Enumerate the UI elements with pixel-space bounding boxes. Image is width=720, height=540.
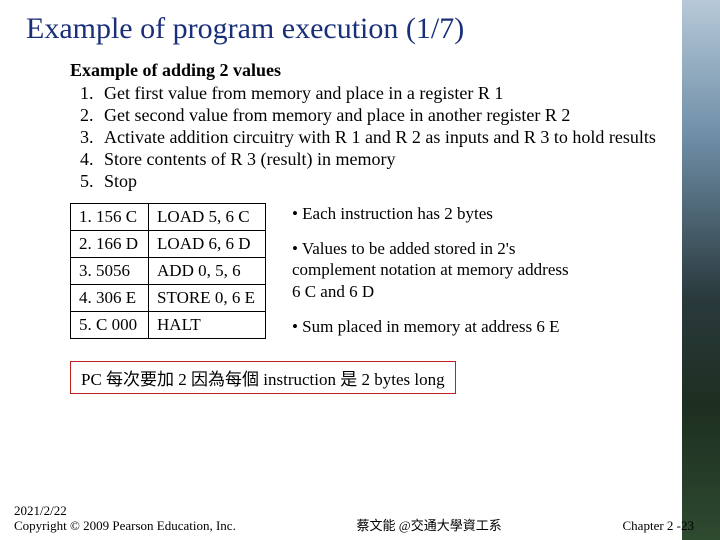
note-item: • Each instruction has 2 bytes bbox=[292, 203, 572, 224]
instr-code: 2. 166 D bbox=[71, 230, 149, 257]
step-item: Activate addition circuitry with R 1 and… bbox=[98, 127, 668, 149]
instr-mnemonic: LOAD 5, 6 C bbox=[149, 203, 266, 230]
step-item: Get first value from memory and place in… bbox=[98, 83, 668, 105]
footer-page: Chapter 2 -23 bbox=[623, 518, 694, 534]
step-item: Get second value from memory and place i… bbox=[98, 105, 668, 127]
instr-mnemonic: STORE 0, 6 E bbox=[149, 284, 266, 311]
instr-mnemonic: LOAD 6, 6 D bbox=[149, 230, 266, 257]
footer-author: 蔡文能 @交通大學資工系 bbox=[236, 515, 623, 534]
footer-left: 2021/2/22 Copyright © 2009 Pearson Educa… bbox=[14, 503, 236, 534]
example-subtitle: Example of adding 2 values bbox=[70, 60, 668, 81]
table-row: 3. 5056 ADD 0, 5, 6 bbox=[71, 257, 266, 284]
note-item: • Sum placed in memory at address 6 E bbox=[292, 316, 572, 337]
slide-body: Example of adding 2 values Get first val… bbox=[70, 60, 668, 351]
instr-code: 3. 5056 bbox=[71, 257, 149, 284]
slide-title: Example of program execution (1/7) bbox=[26, 12, 694, 46]
footer-date: 2021/2/22 bbox=[14, 503, 236, 519]
table-row: 4. 306 E STORE 0, 6 E bbox=[71, 284, 266, 311]
table-row: 1. 156 C LOAD 5, 6 C bbox=[71, 203, 266, 230]
instr-code: 1. 156 C bbox=[71, 203, 149, 230]
steps-list: Get first value from memory and place in… bbox=[70, 83, 668, 193]
instruction-table: 1. 156 C LOAD 5, 6 C 2. 166 D LOAD 6, 6 … bbox=[70, 203, 266, 339]
note-item: • Values to be added stored in 2's compl… bbox=[292, 238, 572, 302]
footer: 2021/2/22 Copyright © 2009 Pearson Educa… bbox=[0, 503, 720, 534]
two-column-area: 1. 156 C LOAD 5, 6 C 2. 166 D LOAD 6, 6 … bbox=[70, 203, 668, 351]
footer-copyright: Copyright © 2009 Pearson Education, Inc. bbox=[14, 518, 236, 534]
table-row: 5. C 000 HALT bbox=[71, 311, 266, 338]
pc-note-box: PC 每次要加 2 因為每個 instruction 是 2 bytes lon… bbox=[70, 361, 456, 394]
step-item: Store contents of R 3 (result) in memory bbox=[98, 149, 668, 171]
slide-content: Example of program execution (1/7) Examp… bbox=[0, 0, 720, 540]
table-row: 2. 166 D LOAD 6, 6 D bbox=[71, 230, 266, 257]
instr-code: 4. 306 E bbox=[71, 284, 149, 311]
step-item: Stop bbox=[98, 171, 668, 193]
instr-mnemonic: HALT bbox=[149, 311, 266, 338]
instr-mnemonic: ADD 0, 5, 6 bbox=[149, 257, 266, 284]
instr-code: 5. C 000 bbox=[71, 311, 149, 338]
side-notes: • Each instruction has 2 bytes • Values … bbox=[292, 203, 572, 351]
